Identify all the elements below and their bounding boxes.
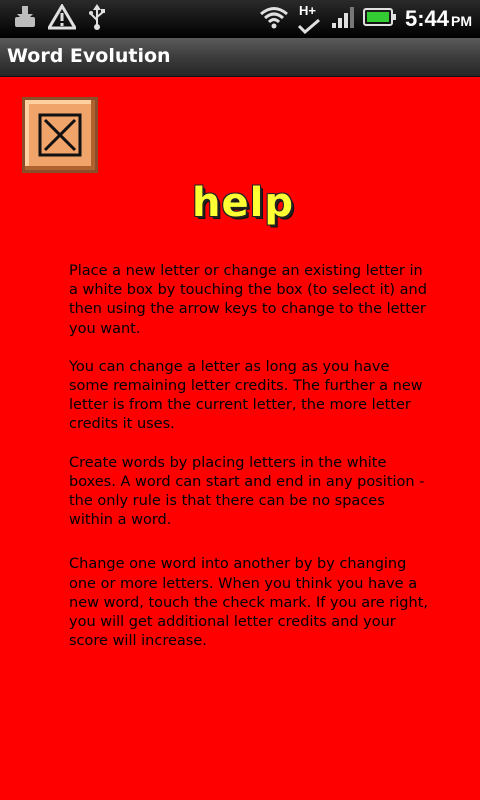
clock-time: 5:44	[404, 6, 449, 31]
close-x-icon	[37, 112, 83, 162]
close-help-button[interactable]	[22, 97, 98, 173]
download-icon	[14, 5, 36, 33]
notification-icons	[14, 3, 106, 34]
network-type-label: H+	[298, 3, 316, 18]
help-text: Place a new letter or change an existing…	[69, 262, 429, 670]
app-title: Word Evolution	[7, 45, 171, 67]
usb-icon	[88, 4, 106, 34]
hplus-icon: H+	[297, 3, 323, 34]
help-paragraph: Place a new letter or change an existing…	[69, 263, 427, 337]
help-paragraph: You can change a letter as long as you h…	[69, 358, 423, 433]
signal-icon	[331, 5, 355, 33]
help-paragraph: Change one word into another by by chang…	[69, 556, 428, 650]
battery-icon	[362, 6, 397, 32]
help-paragraph: Create words by placing letters in the w…	[69, 454, 425, 529]
status-bar: H+ 5:44 PM	[0, 0, 480, 38]
warning-icon	[46, 3, 78, 34]
clock-ampm: PM	[451, 13, 472, 29]
system-indicators: H+ 5:44 PM	[259, 3, 472, 34]
clock: 5:44 PM	[405, 6, 472, 32]
app-title-bar: Word Evolution	[0, 38, 480, 77]
wifi-icon	[259, 5, 289, 33]
help-heading: help	[192, 180, 294, 226]
